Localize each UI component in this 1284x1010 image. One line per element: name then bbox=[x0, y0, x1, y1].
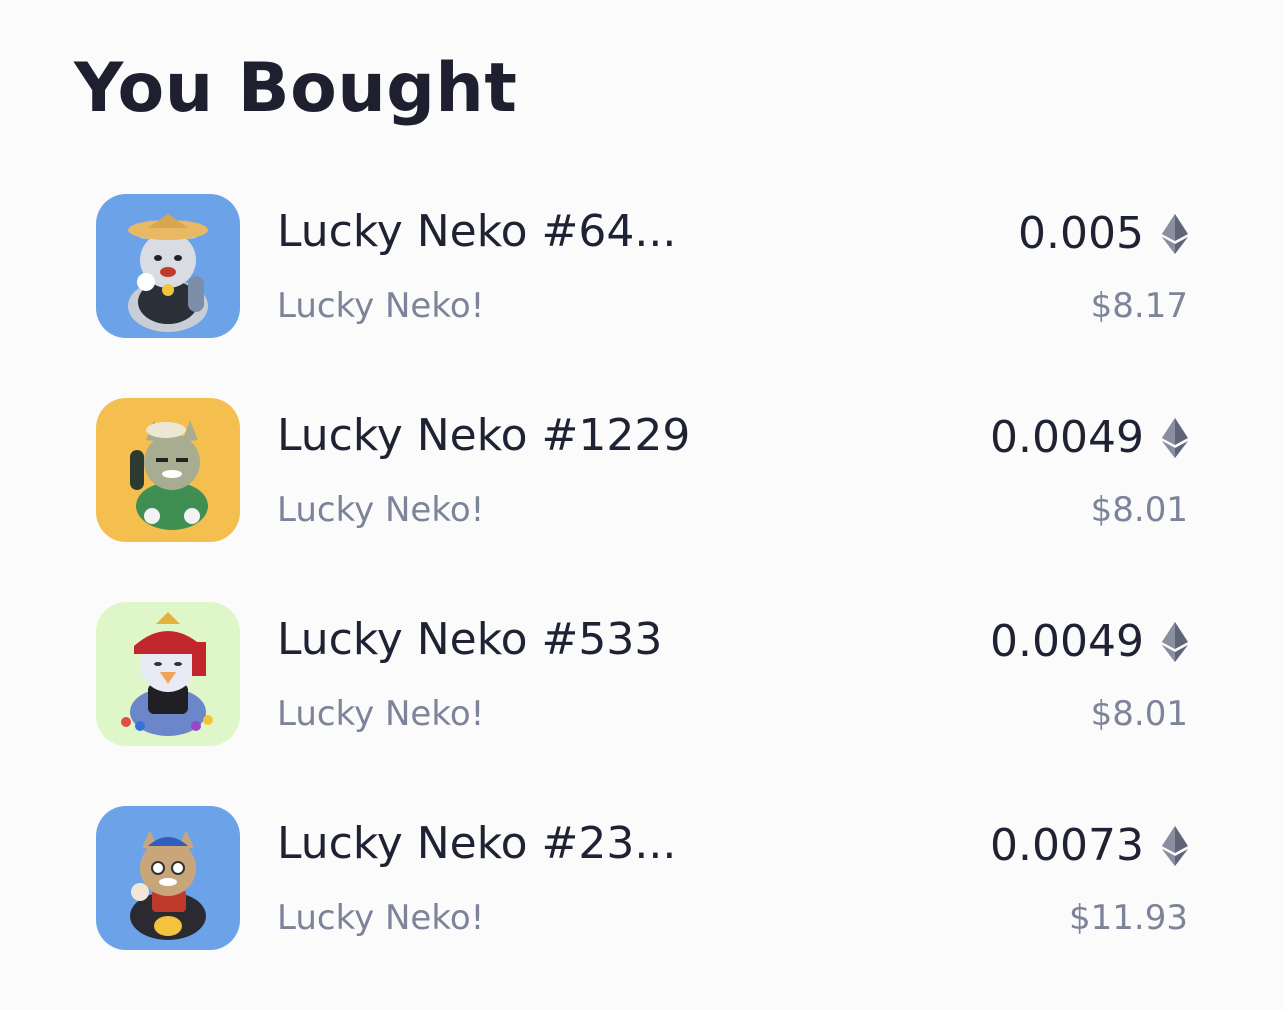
item-name: Lucky Neko #64... bbox=[277, 206, 677, 257]
ethereum-icon bbox=[1162, 417, 1188, 458]
price-usd: $11.93 bbox=[1069, 898, 1188, 938]
item-collection: Lucky Neko! bbox=[277, 694, 485, 734]
nft-thumbnail[interactable] bbox=[96, 806, 240, 950]
item-name: Lucky Neko #533 bbox=[277, 614, 663, 665]
list-item[interactable]: Lucky Neko #533 Lucky Neko! 0.0049 $8.01 bbox=[96, 602, 1188, 746]
item-collection: Lucky Neko! bbox=[277, 286, 485, 326]
page-title: You Bought bbox=[74, 49, 518, 128]
price-usd: $8.17 bbox=[1090, 286, 1188, 326]
price-eth: 0.005 bbox=[1018, 208, 1188, 259]
item-name: Lucky Neko #1229 bbox=[277, 410, 691, 461]
cat-image bbox=[96, 602, 240, 746]
list-item[interactable]: Lucky Neko #1229 Lucky Neko! 0.0049 $8.0… bbox=[96, 398, 1188, 542]
price-usd: $8.01 bbox=[1090, 694, 1188, 734]
price-eth: 0.0049 bbox=[990, 412, 1188, 463]
price-eth: 0.0049 bbox=[990, 616, 1188, 667]
item-collection: Lucky Neko! bbox=[277, 898, 485, 938]
nft-thumbnail[interactable] bbox=[96, 194, 240, 338]
cat-image bbox=[96, 194, 240, 338]
list-item[interactable]: Lucky Neko #23... Lucky Neko! 0.0073 $11… bbox=[96, 806, 1188, 950]
price-eth: 0.0073 bbox=[990, 820, 1188, 871]
ethereum-icon bbox=[1162, 825, 1188, 866]
cat-image bbox=[96, 398, 240, 542]
price-eth-value: 0.0049 bbox=[990, 616, 1144, 667]
ethereum-icon bbox=[1162, 213, 1188, 254]
item-name: Lucky Neko #23... bbox=[277, 818, 677, 869]
price-usd: $8.01 bbox=[1090, 490, 1188, 530]
price-eth-value: 0.005 bbox=[1018, 208, 1144, 259]
nft-thumbnail[interactable] bbox=[96, 398, 240, 542]
ethereum-icon bbox=[1162, 621, 1188, 662]
item-collection: Lucky Neko! bbox=[277, 490, 485, 530]
price-eth-value: 0.0073 bbox=[990, 820, 1144, 871]
purchase-list: Lucky Neko #64... Lucky Neko! 0.005 $8.1… bbox=[96, 194, 1188, 1010]
price-eth-value: 0.0049 bbox=[990, 412, 1144, 463]
nft-thumbnail[interactable] bbox=[96, 602, 240, 746]
list-item[interactable]: Lucky Neko #64... Lucky Neko! 0.005 $8.1… bbox=[96, 194, 1188, 338]
cat-image bbox=[96, 806, 240, 950]
